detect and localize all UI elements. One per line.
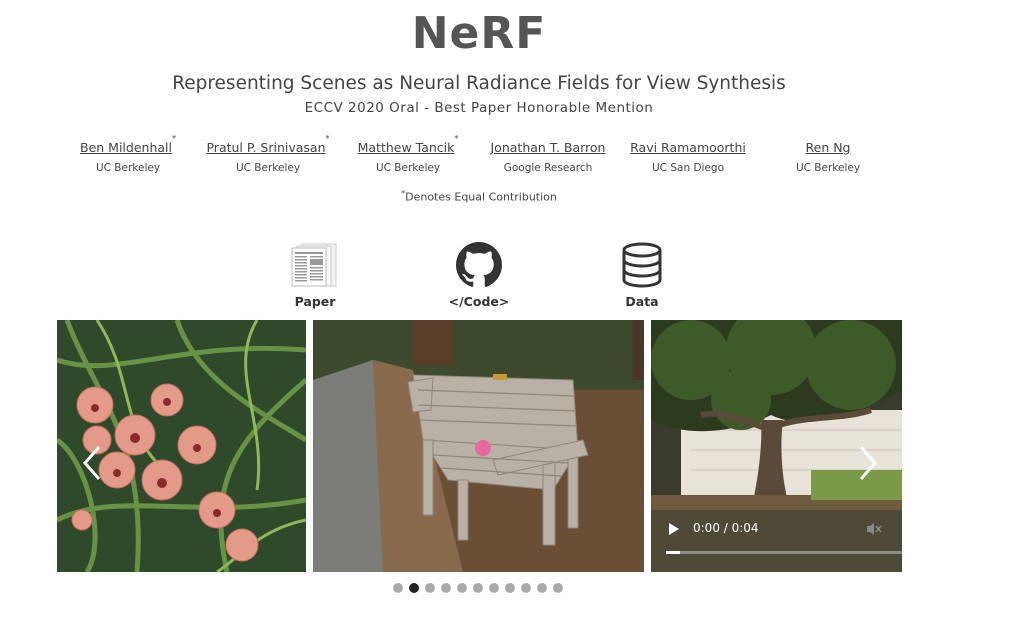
video-progress-track[interactable] — [666, 551, 902, 554]
carousel-dot[interactable] — [473, 583, 483, 593]
author-link[interactable]: Pratul P. Srinivasan — [206, 140, 325, 155]
carousel-dot[interactable] — [425, 583, 435, 593]
paper-subtitle: Representing Scenes as Neural Radiance F… — [172, 73, 786, 94]
carousel-pagination — [393, 583, 563, 593]
paper-thumbnail-icon — [255, 240, 375, 288]
carousel-dot[interactable] — [489, 583, 499, 593]
carousel-dot[interactable] — [457, 583, 467, 593]
equal-contribution-note: *Denotes Equal Contribution — [0, 189, 958, 204]
author-link[interactable]: Ben Mildenhall — [80, 140, 172, 155]
page-title: NeRF — [411, 8, 547, 59]
paper-link[interactable]: Paper — [255, 240, 375, 309]
carousel-dot[interactable] — [393, 583, 403, 593]
chevron-left-icon[interactable] — [82, 445, 102, 481]
author-link[interactable]: Matthew Tancik — [358, 140, 455, 155]
video-progress-fill — [666, 551, 680, 554]
data-link-label: Data — [625, 294, 659, 309]
carousel-dot[interactable] — [441, 583, 451, 593]
author-link[interactable]: Ravi Ramamoorthi — [630, 140, 746, 155]
author-affiliation: UC Berkeley — [795, 162, 861, 174]
code-link[interactable]: </Code> — [419, 240, 539, 309]
video-time: 0:00 / 0:04 — [693, 521, 759, 535]
code-link-label: </Code> — [448, 294, 510, 309]
paper-link-label: Paper — [294, 294, 336, 309]
carousel-dot[interactable] — [521, 583, 531, 593]
data-link[interactable]: Data — [582, 240, 702, 309]
carousel-dot[interactable] — [553, 583, 563, 593]
database-icon — [582, 240, 702, 288]
author-block: Ren Ng UC Berkeley — [738, 137, 918, 174]
carousel-dot-active[interactable] — [409, 583, 419, 593]
equal-note-text: Denotes Equal Contribution — [405, 190, 557, 204]
author-link[interactable]: Jonathan T. Barron — [491, 140, 606, 155]
play-icon[interactable] — [669, 523, 679, 535]
venue-text: ECCV 2020 Oral - Best Paper Honorable Me… — [304, 100, 654, 116]
chevron-right-icon[interactable] — [858, 445, 878, 481]
carousel-slide-bench[interactable] — [313, 320, 644, 572]
github-icon — [419, 240, 539, 288]
carousel-dot[interactable] — [537, 583, 547, 593]
author-link[interactable]: Ren Ng — [806, 140, 851, 155]
equal-mark: * — [171, 134, 176, 143]
carousel-dot[interactable] — [505, 583, 515, 593]
mute-icon[interactable] — [866, 522, 882, 536]
